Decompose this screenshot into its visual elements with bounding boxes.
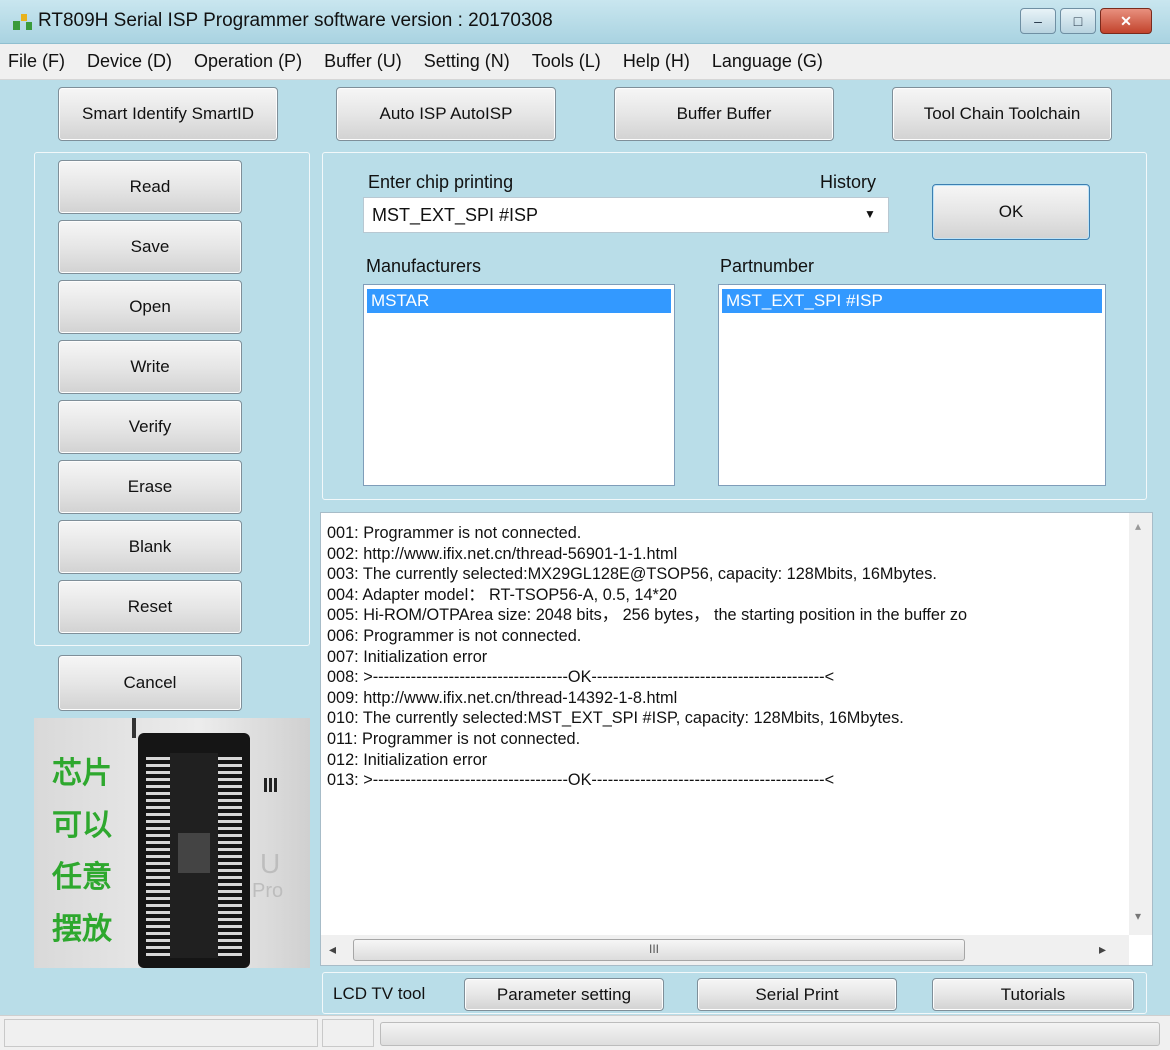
chip-printing-value: MST_EXT_SPI #ISP <box>372 205 539 225</box>
dropdown-arrow-icon[interactable]: ▼ <box>864 207 876 221</box>
tool-chain-button[interactable]: Tool Chain Toolchain <box>892 87 1112 141</box>
partnumber-label: Partnumber <box>720 256 815 276</box>
buffer-button[interactable]: Buffer Buffer <box>614 87 834 141</box>
chip-printing-label: Enter chip printing <box>368 172 514 192</box>
log-line: 001: Programmer is not connected. <box>327 524 582 542</box>
log-lines: 001: Programmer is not connected. 002: h… <box>327 523 1122 791</box>
menu-file[interactable]: File (F) <box>8 51 65 72</box>
serial-print-button[interactable]: Serial Print <box>697 978 897 1011</box>
menu-help[interactable]: Help (H) <box>623 51 690 72</box>
close-icon: ✕ <box>1120 12 1132 29</box>
menu-setting[interactable]: Setting (N) <box>424 51 510 72</box>
title-bar: RT809H Serial ISP Programmer software ve… <box>0 0 1170 44</box>
status-panel <box>322 1019 374 1047</box>
minimize-button[interactable]: – <box>1020 8 1056 34</box>
status-panel <box>4 1019 318 1047</box>
parameter-setting-button[interactable]: Parameter setting <box>464 978 664 1011</box>
window-title: RT809H Serial ISP Programmer software ve… <box>38 10 553 31</box>
list-item-partnumber[interactable]: MST_EXT_SPI #ISP <box>722 289 1102 313</box>
menu-buffer[interactable]: Buffer (U) <box>324 51 402 72</box>
scroll-down-arrow-icon[interactable]: ▾ <box>1135 909 1141 923</box>
zif-socket <box>138 733 250 968</box>
menu-tools[interactable]: Tools (L) <box>532 51 601 72</box>
lcd-tv-tool-label: LCD TV tool <box>333 984 426 1003</box>
erase-button[interactable]: Erase <box>58 460 242 514</box>
scroll-left-arrow-icon[interactable]: ◂ <box>329 941 336 958</box>
history-label: History <box>820 172 877 192</box>
progress-bar <box>380 1022 1160 1046</box>
list-item-manufacturer[interactable]: MSTAR <box>367 289 671 313</box>
menu-bar: File (F) Device (D) Operation (P) Buffer… <box>0 44 1170 80</box>
status-bar <box>0 1015 1170 1050</box>
vertical-scrollbar[interactable]: ▴ ▾ <box>1129 513 1152 935</box>
maximize-button[interactable]: □ <box>1060 8 1096 34</box>
log-line: 002: http://www.ifix.net.cn/thread-56901… <box>327 544 678 563</box>
manufacturers-list[interactable]: MSTAR <box>363 284 675 486</box>
open-button[interactable]: Open <box>58 280 242 334</box>
minimize-icon: – <box>1034 13 1042 29</box>
app-icon <box>13 14 32 30</box>
save-button[interactable]: Save <box>58 220 242 274</box>
log-line: 004: Adapter model： RT-TSOP56-A, 0.5, 14… <box>327 585 677 604</box>
reset-button[interactable]: Reset <box>58 580 242 634</box>
verify-button[interactable]: Verify <box>58 400 242 454</box>
log-line: 009: http://www.ifix.net.cn/thread-14392… <box>327 688 678 707</box>
log-line: 006: Programmer is not connected. <box>327 626 582 645</box>
log-line: 012: Initialization error <box>327 750 488 769</box>
log-line: 007: Initialization error <box>327 647 488 666</box>
log-line: 010: The currently selected:MST_EXT_SPI … <box>327 709 904 728</box>
log-line: 011: Programmer is not connected. <box>327 729 581 748</box>
cancel-button[interactable]: Cancel <box>58 655 242 711</box>
chip-socket-image: U Pro 芯片 可以 任意 摆放 <box>34 718 310 968</box>
menu-operation[interactable]: Operation (P) <box>194 51 302 72</box>
tutorials-button[interactable]: Tutorials <box>932 978 1134 1011</box>
scroll-right-arrow-icon[interactable]: ▸ <box>1099 941 1106 958</box>
partnumber-list[interactable]: MST_EXT_SPI #ISP <box>718 284 1106 486</box>
maximize-icon: □ <box>1073 13 1083 29</box>
chip-caption: 芯片 可以 任意 摆放 <box>52 756 112 947</box>
scroll-grip-icon: III <box>649 942 660 956</box>
smart-identify-button[interactable]: Smart Identify SmartID <box>58 87 278 141</box>
log-output[interactable]: 001: Programmer is not connected. 002: h… <box>320 512 1153 966</box>
scroll-thumb[interactable]: III <box>353 939 965 961</box>
auto-isp-button[interactable]: Auto ISP AutoISP <box>336 87 556 141</box>
log-line: 008: >----------------------------------… <box>327 668 835 687</box>
read-button[interactable]: Read <box>58 160 242 214</box>
manufacturers-label: Manufacturers <box>366 256 482 276</box>
menu-device[interactable]: Device (D) <box>87 51 172 72</box>
log-line: 005: Hi-ROM/OTPArea size: 2048 bits， 256… <box>327 606 968 625</box>
ok-button[interactable]: OK <box>932 184 1090 240</box>
write-button[interactable]: Write <box>58 340 242 394</box>
horizontal-scrollbar[interactable]: ◂ III ▸ <box>321 935 1129 965</box>
blank-button[interactable]: Blank <box>58 520 242 574</box>
scroll-up-arrow-icon[interactable]: ▴ <box>1135 519 1141 533</box>
log-line: 003: The currently selected:MX29GL128E@T… <box>327 565 937 584</box>
log-line: 013: >----------------------------------… <box>327 771 835 790</box>
close-button[interactable]: ✕ <box>1100 8 1152 34</box>
menu-language[interactable]: Language (G) <box>712 51 823 72</box>
chip-printing-combobox[interactable]: MST_EXT_SPI #ISP ▼ <box>363 197 889 233</box>
